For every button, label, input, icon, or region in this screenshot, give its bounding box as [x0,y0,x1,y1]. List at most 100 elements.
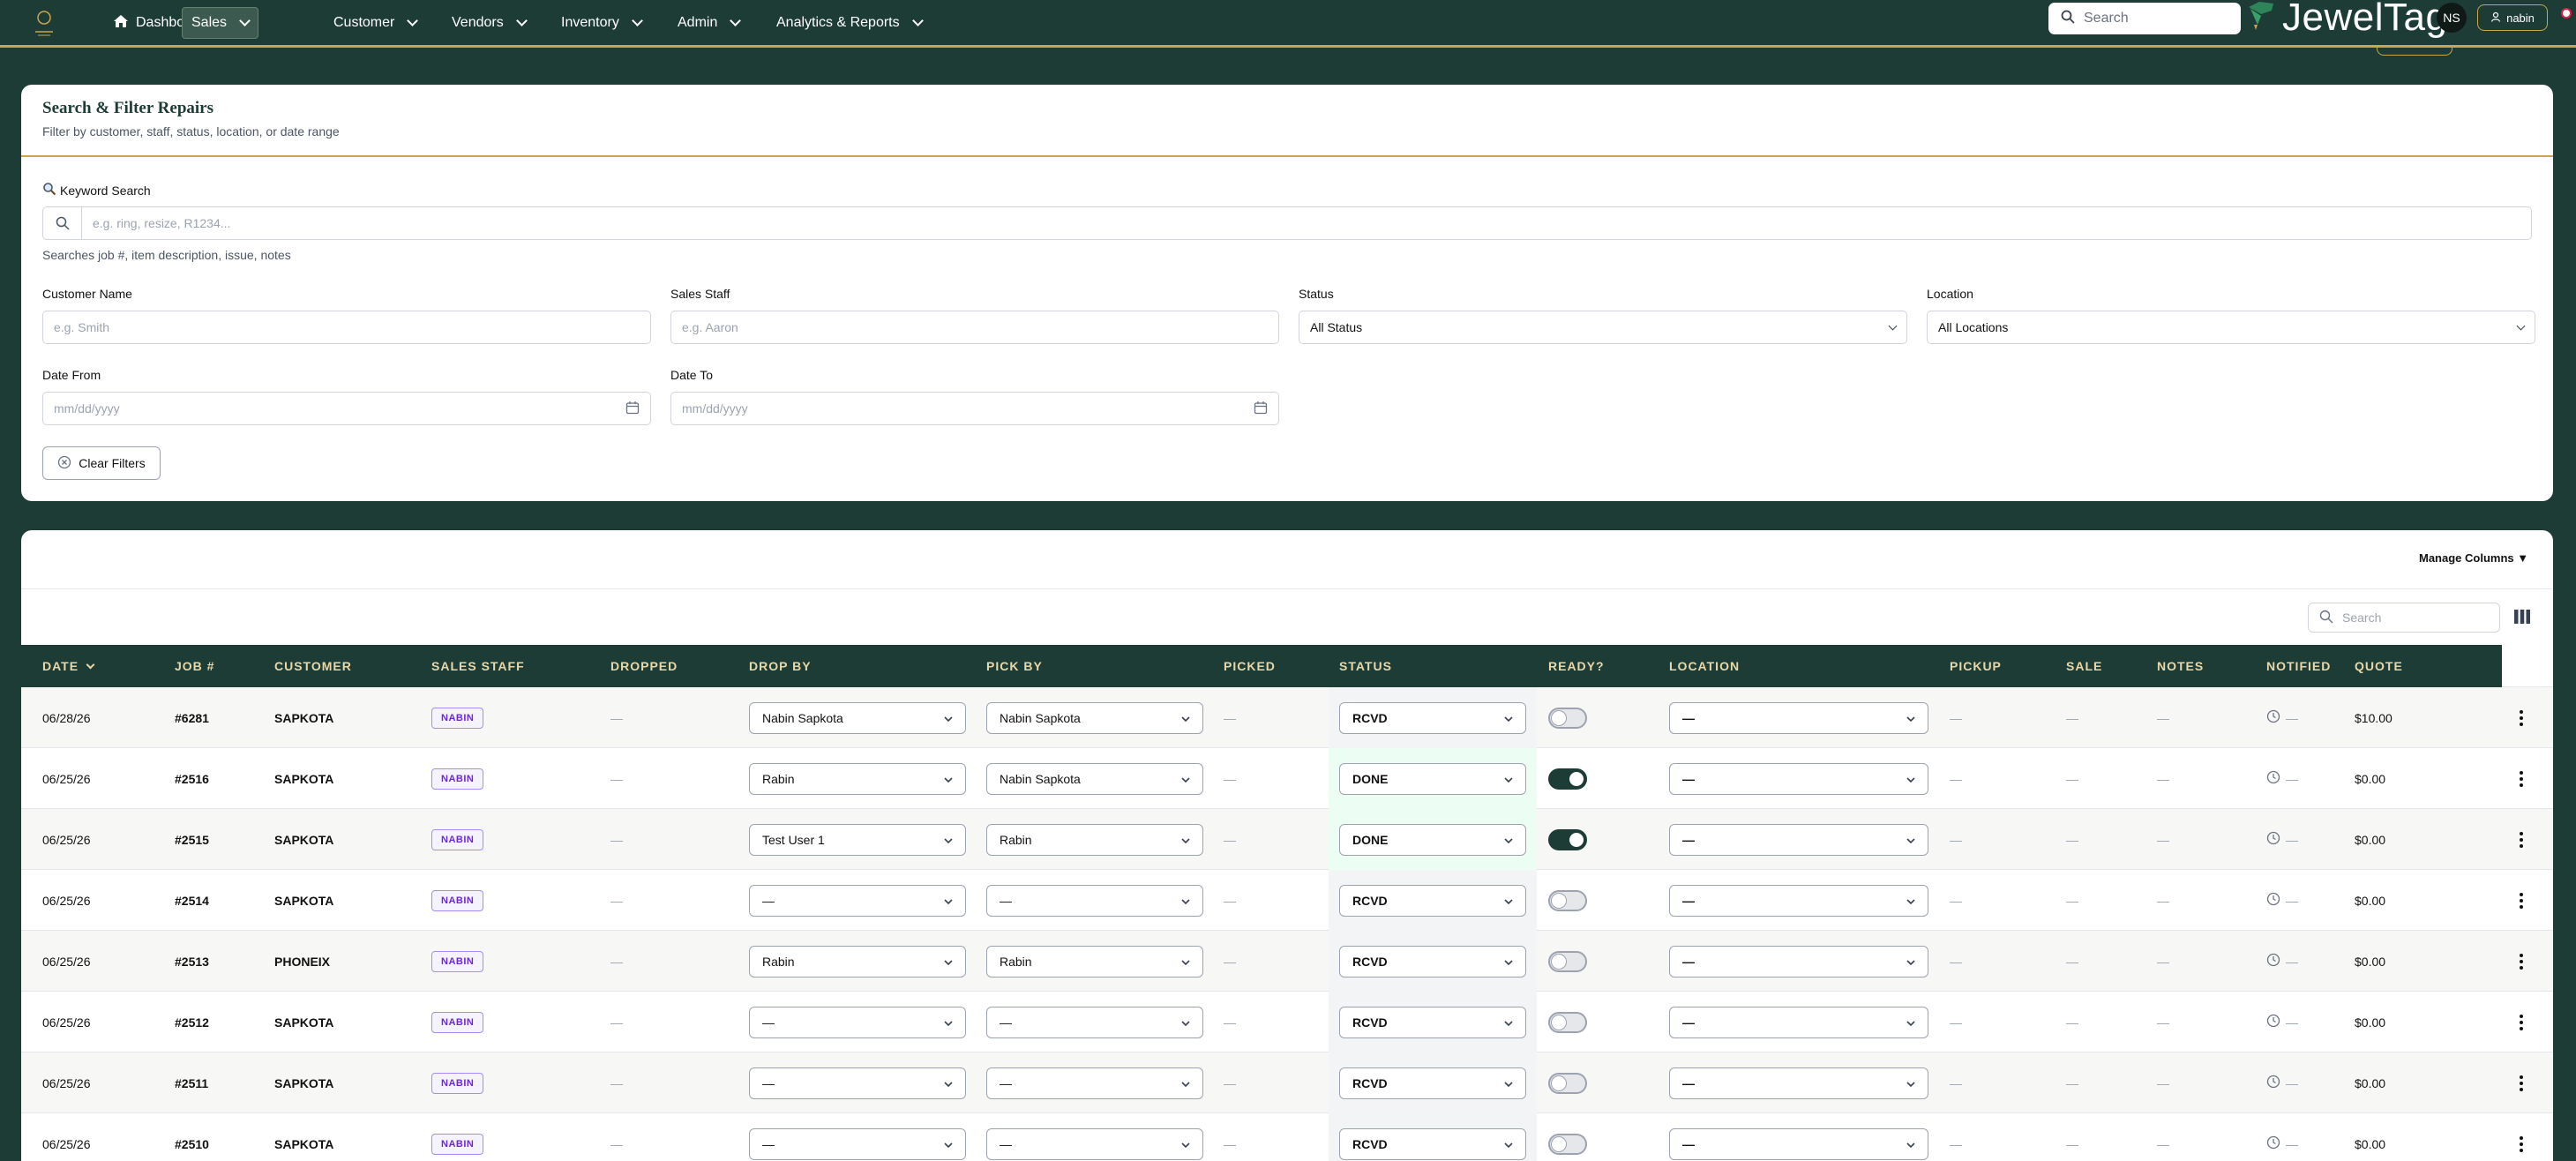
ready-toggle[interactable] [1548,950,1587,972]
column-layout-icon[interactable] [2514,610,2530,628]
cell-job-number[interactable]: #2512 [175,992,209,1052]
drop-by-select[interactable]: Nabin Sapkota [749,701,966,734]
pick-by-select[interactable]: — [986,884,1203,917]
pick-by-select[interactable]: Rabin [986,945,1203,977]
status-select[interactable]: RCVD [1339,945,1526,977]
column-header-quote[interactable]: QUOTE [2355,645,2403,687]
location-select[interactable]: — [1669,823,1928,856]
clear-filters-button[interactable]: Clear Filters [42,446,161,480]
nav-sales[interactable]: Sales [182,7,259,39]
pick-by-select[interactable]: — [986,1067,1203,1099]
column-header-notified[interactable]: NOTIFIED [2266,645,2331,687]
status-select[interactable]: RCVD [1339,884,1526,917]
calendar-icon[interactable] [1254,401,1268,417]
cell-job-number[interactable]: #2510 [175,1113,209,1161]
pick-by-select[interactable]: Nabin Sapkota [986,762,1203,795]
table-search-input[interactable]: Search [2308,603,2500,633]
row-actions[interactable] [2520,809,2523,870]
ready-toggle[interactable] [1548,707,1587,729]
cell-job-number[interactable]: #2511 [175,1052,208,1113]
column-header-sales-staff[interactable]: SALES STAFF [431,645,525,687]
status-select[interactable]: RCVD [1339,1067,1526,1099]
cell-customer[interactable]: SAPKOTA [274,1052,333,1113]
nav-vendors[interactable]: Vendors [443,7,535,39]
more-options-icon[interactable] [2520,709,2523,726]
column-header-pick-by[interactable]: PICK BY [986,645,1043,687]
column-header-date[interactable]: DATE [42,645,95,687]
row-actions[interactable] [2520,870,2523,931]
user-menu-button[interactable]: nabin [2477,4,2548,31]
location-select[interactable]: — [1669,1006,1928,1038]
cell-customer[interactable]: SAPKOTA [274,809,333,870]
pick-by-select[interactable]: — [986,1127,1203,1160]
more-options-icon[interactable] [2520,831,2523,848]
column-header-pickup[interactable]: PICKUP [1950,645,2002,687]
column-header-job[interactable]: JOB # [175,645,214,687]
notification-dot[interactable] [2561,8,2572,19]
row-actions[interactable] [2520,1113,2523,1161]
table-row[interactable]: 06/25/26 #2512 SAPKOTA NABIN — — — — RCVD — — — — — $0… [21,992,2553,1052]
location-select[interactable]: — [1669,701,1928,734]
column-header-customer[interactable]: CUSTOMER [274,645,352,687]
ready-toggle[interactable] [1548,1011,1587,1033]
cell-job-number[interactable]: #2514 [175,870,209,931]
status-select[interactable]: DONE [1339,823,1526,856]
location-select[interactable]: — [1669,945,1928,977]
drop-by-select[interactable]: Rabin [749,945,966,977]
cell-customer[interactable]: SAPKOTA [274,992,333,1052]
location-select[interactable]: All Locations [1927,311,2535,344]
cell-customer[interactable]: PHONEIX [274,931,330,992]
user-avatar[interactable]: NS [2437,3,2467,33]
keyword-search-box[interactable] [42,206,2532,240]
cell-job-number[interactable]: #2513 [175,931,209,992]
drop-by-select[interactable]: — [749,884,966,917]
row-actions[interactable] [2520,992,2523,1052]
row-actions[interactable] [2520,748,2523,809]
drop-by-select[interactable]: — [749,1127,966,1160]
global-search-input[interactable]: Search [2048,3,2241,34]
nav-admin[interactable]: Admin [669,7,748,39]
pick-by-select[interactable]: Rabin [986,823,1203,856]
column-header-status[interactable]: STATUS [1339,645,1392,687]
table-row[interactable]: 06/25/26 #2515 SAPKOTA NABIN — Test User 1 Rab… [21,809,2553,870]
page-action-button[interactable] [2377,48,2452,56]
calendar-icon[interactable] [625,401,640,417]
column-header-picked[interactable]: PICKED [1224,645,1276,687]
table-row[interactable]: 06/25/26 #2516 SAPKOTA NABIN — Rabin Nabin Sap… [21,748,2553,809]
cell-customer[interactable]: SAPKOTA [274,870,333,931]
drop-by-select[interactable]: Test User 1 [749,823,966,856]
drop-by-select[interactable]: Rabin [749,762,966,795]
column-header-notes[interactable]: NOTES [2157,645,2204,687]
cell-job-number[interactable]: #2515 [175,809,209,870]
drop-by-select[interactable]: — [749,1006,966,1038]
column-header-location[interactable]: LOCATION [1669,645,1740,687]
column-header-dropped[interactable]: DROPPED [610,645,678,687]
cell-job-number[interactable]: #2516 [175,748,209,809]
nav-inventory[interactable]: Inventory [552,7,650,39]
ready-toggle[interactable] [1548,1133,1587,1155]
ready-toggle[interactable] [1548,1072,1587,1094]
pick-by-select[interactable]: — [986,1006,1203,1038]
ready-toggle[interactable] [1548,828,1587,850]
sales-staff-input[interactable]: e.g. Aaron [670,311,1279,344]
location-select[interactable]: — [1669,884,1928,917]
more-options-icon[interactable] [2520,1014,2523,1030]
more-options-icon[interactable] [2520,1075,2523,1091]
location-select[interactable]: — [1669,762,1928,795]
more-options-icon[interactable] [2520,892,2523,909]
more-options-icon[interactable] [2520,1135,2523,1152]
drop-by-select[interactable]: — [749,1067,966,1099]
more-options-icon[interactable] [2520,770,2523,787]
row-actions[interactable] [2520,1052,2523,1113]
status-select[interactable]: DONE [1339,762,1526,795]
nav-customer[interactable]: Customer [325,7,425,39]
customer-name-input[interactable]: e.g. Smith [42,311,651,344]
table-row[interactable]: 06/25/26 #2513 PHONEIX NABIN — Rabin Rabin — RCV… [21,931,2553,992]
ready-toggle[interactable] [1548,889,1587,911]
cell-customer[interactable]: SAPKOTA [274,687,333,748]
row-actions[interactable] [2520,931,2523,992]
location-select[interactable]: — [1669,1067,1928,1099]
more-options-icon[interactable] [2520,953,2523,970]
status-select[interactable]: All Status [1299,311,1907,344]
date-to-input[interactable]: mm/dd/yyyy [670,392,1279,425]
